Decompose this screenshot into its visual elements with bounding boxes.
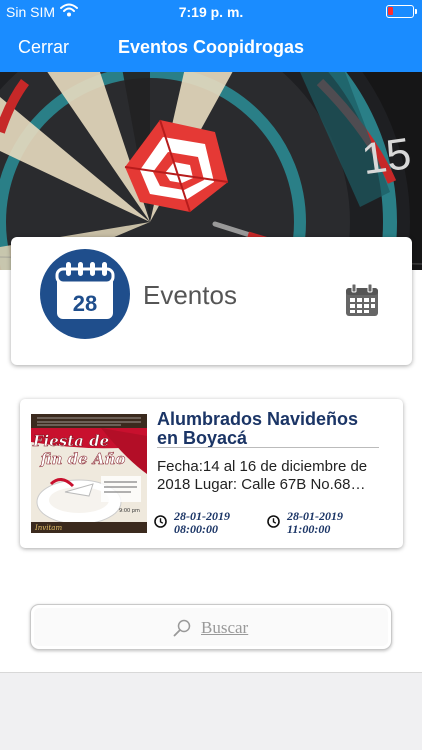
event-title: Alumbrados Navideños en Boyacá bbox=[157, 409, 359, 448]
event-thumbnail: Fiesta de fin de Año 9:00 pm Invitam bbox=[31, 414, 147, 533]
close-button[interactable]: Cerrar bbox=[18, 37, 69, 58]
event-divider bbox=[157, 447, 379, 448]
event-start-datetime: 28-01-2019 08:00:00 bbox=[154, 510, 230, 536]
status-bar: Sin SIM 7:19 p. m. bbox=[0, 0, 422, 24]
section-title: Eventos bbox=[143, 280, 237, 310]
navigation-bar: Cerrar Eventos Coopidrogas bbox=[0, 24, 422, 72]
event-end-datetime: 28-01-2019 11:00:00 bbox=[267, 510, 343, 536]
search-label: Buscar bbox=[201, 618, 249, 637]
event-description: Fecha:14 al 16 de diciembre de 2018 Luga… bbox=[157, 458, 368, 493]
calendar-day-icon: 28 bbox=[40, 249, 130, 339]
search-button[interactable]: Buscar bbox=[30, 604, 392, 650]
event-end-time: 11:00:00 bbox=[287, 522, 331, 536]
svg-text:15: 15 bbox=[359, 129, 414, 184]
events-header-card: 28 Eventos bbox=[11, 237, 412, 365]
main-content: 15 28 Eventos Fiesta de fin de Año 9:00 … bbox=[0, 72, 422, 673]
svg-text:9:00 pm: 9:00 pm bbox=[119, 508, 140, 514]
clock-icon bbox=[267, 515, 280, 528]
search-icon bbox=[173, 619, 191, 637]
event-start-time: 08:00:00 bbox=[174, 522, 218, 536]
thumbnail-title-line1: Fiesta de bbox=[32, 432, 109, 450]
calendar-icon[interactable] bbox=[345, 283, 379, 317]
svg-text:Invitam: Invitam bbox=[34, 524, 62, 532]
calendar-day-number: 28 bbox=[73, 291, 97, 316]
thumbnail-title-line2: fin de Año bbox=[40, 450, 126, 468]
event-card[interactable]: Fiesta de fin de Año 9:00 pm Invitam Alu… bbox=[20, 399, 403, 548]
clock-icon bbox=[154, 515, 167, 528]
clock-time: 7:19 p. m. bbox=[178, 4, 244, 20]
battery-low-icon bbox=[386, 5, 417, 18]
